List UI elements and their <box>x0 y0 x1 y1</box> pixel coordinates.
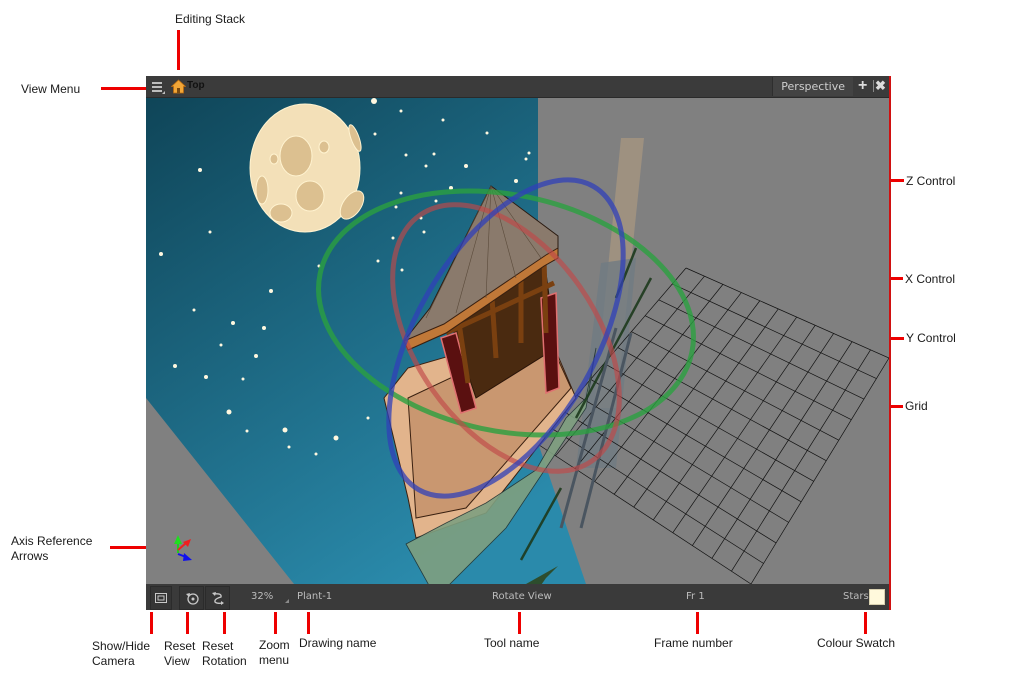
callout-z-control: Z Control <box>906 174 956 188</box>
callout-reset-rotation-line1: Reset <box>202 639 234 653</box>
view-border-highlight <box>889 76 891 610</box>
callout-axis-reference-line1: Axis Reference <box>11 534 93 548</box>
callout-colour-swatch: Colour Swatch <box>817 636 896 650</box>
callout-show-hide-line1: Show/Hide <box>92 639 151 653</box>
callout-line-frame-number <box>696 612 699 634</box>
add-tab-button[interactable]: + <box>858 77 871 94</box>
callout-axis-reference-line2: Arrows <box>11 549 49 563</box>
reset-rotation-icon <box>211 592 224 605</box>
callout-zoom-menu-line2: menu <box>259 653 290 667</box>
reset-rotation-button[interactable] <box>205 586 230 610</box>
tab-perspective[interactable]: Perspective <box>772 77 853 96</box>
camera-frame-icon <box>155 593 167 603</box>
callout-show-hide-line2: Camera <box>92 654 135 668</box>
grid-line <box>750 357 889 584</box>
callout-zoom-menu: Zoom menu <box>259 638 290 668</box>
callout-y-control: Y Control <box>906 331 956 345</box>
callout-editing-stack: Editing Stack <box>175 12 246 26</box>
show-hide-camera-button[interactable] <box>150 586 172 610</box>
callout-reset-view-line2: View <box>164 654 190 668</box>
editing-stack-label[interactable]: Top <box>187 80 205 91</box>
reset-view-button[interactable] <box>179 586 204 610</box>
grid-line <box>617 347 827 462</box>
callout-axis-reference: Axis Reference Arrows <box>11 534 92 564</box>
z-axis-arrow-icon <box>183 553 192 561</box>
grid-line <box>604 363 814 482</box>
frame-number: Fr 1 <box>686 591 705 602</box>
callout-line-editing-stack <box>177 30 180 70</box>
close-icon: ✖ <box>875 78 886 93</box>
hamburger-bar <box>152 90 162 92</box>
colour-swatch[interactable] <box>869 589 885 605</box>
hamburger-menu-icon <box>152 82 162 84</box>
drawing-name: Plant-1 <box>297 591 333 602</box>
viewport-canvas[interactable] <box>146 98 889 584</box>
axis-reference-arrows <box>174 535 192 561</box>
reset-view-icon <box>185 593 199 605</box>
view-toolbar: Top Perspective + ✖ <box>146 76 889 98</box>
callout-line-drawing-name <box>307 612 310 634</box>
menu-dropdown-indicator-icon <box>162 91 165 94</box>
hamburger-bar <box>152 86 162 88</box>
zoom-menu-dropdown-icon[interactable] <box>285 599 289 603</box>
callout-line-colour-swatch <box>864 612 867 634</box>
callout-line-zoom-menu <box>274 612 277 634</box>
zoom-level[interactable]: 32% <box>251 591 273 602</box>
grid-line <box>685 267 889 359</box>
callout-tool-name: Tool name <box>484 636 540 650</box>
callout-line-view-menu <box>101 87 147 90</box>
tool-name: Rotate View <box>492 591 552 602</box>
callout-x-control: X Control <box>905 272 956 286</box>
camera-view-window: Top Perspective + ✖ 32% Plant-1 Rotate V… <box>146 76 891 610</box>
callout-grid: Grid <box>905 399 928 413</box>
callout-line-reset-view <box>186 612 189 634</box>
close-view-button[interactable]: ✖ <box>875 78 886 93</box>
callout-view-menu: View Menu <box>21 82 81 96</box>
callout-frame-number: Frame number <box>654 636 733 650</box>
plus-icon: + <box>858 77 868 94</box>
callout-zoom-menu-line1: Zoom <box>259 638 290 652</box>
tab-separator <box>873 80 874 92</box>
callout-line-reset-rotation <box>223 612 226 634</box>
callout-drawing-name: Drawing name <box>299 636 377 650</box>
callout-show-hide-camera: Show/Hide Camera <box>92 639 150 669</box>
view-menu-button[interactable] <box>150 79 166 95</box>
callout-line-show-hide <box>150 612 153 634</box>
grid-line <box>631 331 839 441</box>
colour-name: Stars <box>843 591 869 602</box>
callout-reset-rotation-line2: Rotation <box>202 654 247 668</box>
home-icon[interactable] <box>171 79 186 94</box>
callout-reset-rotation: Reset Rotation <box>202 639 247 669</box>
y-axis-arrow-icon <box>174 535 182 544</box>
callout-line-tool-name <box>518 612 521 634</box>
callout-reset-view-line1: Reset <box>164 639 196 653</box>
scene-svg <box>146 98 889 584</box>
callout-reset-view: Reset View <box>164 639 195 669</box>
grid-line <box>672 283 877 379</box>
view-status-bar: 32% Plant-1 Rotate View Fr 1 Stars <box>146 584 889 610</box>
